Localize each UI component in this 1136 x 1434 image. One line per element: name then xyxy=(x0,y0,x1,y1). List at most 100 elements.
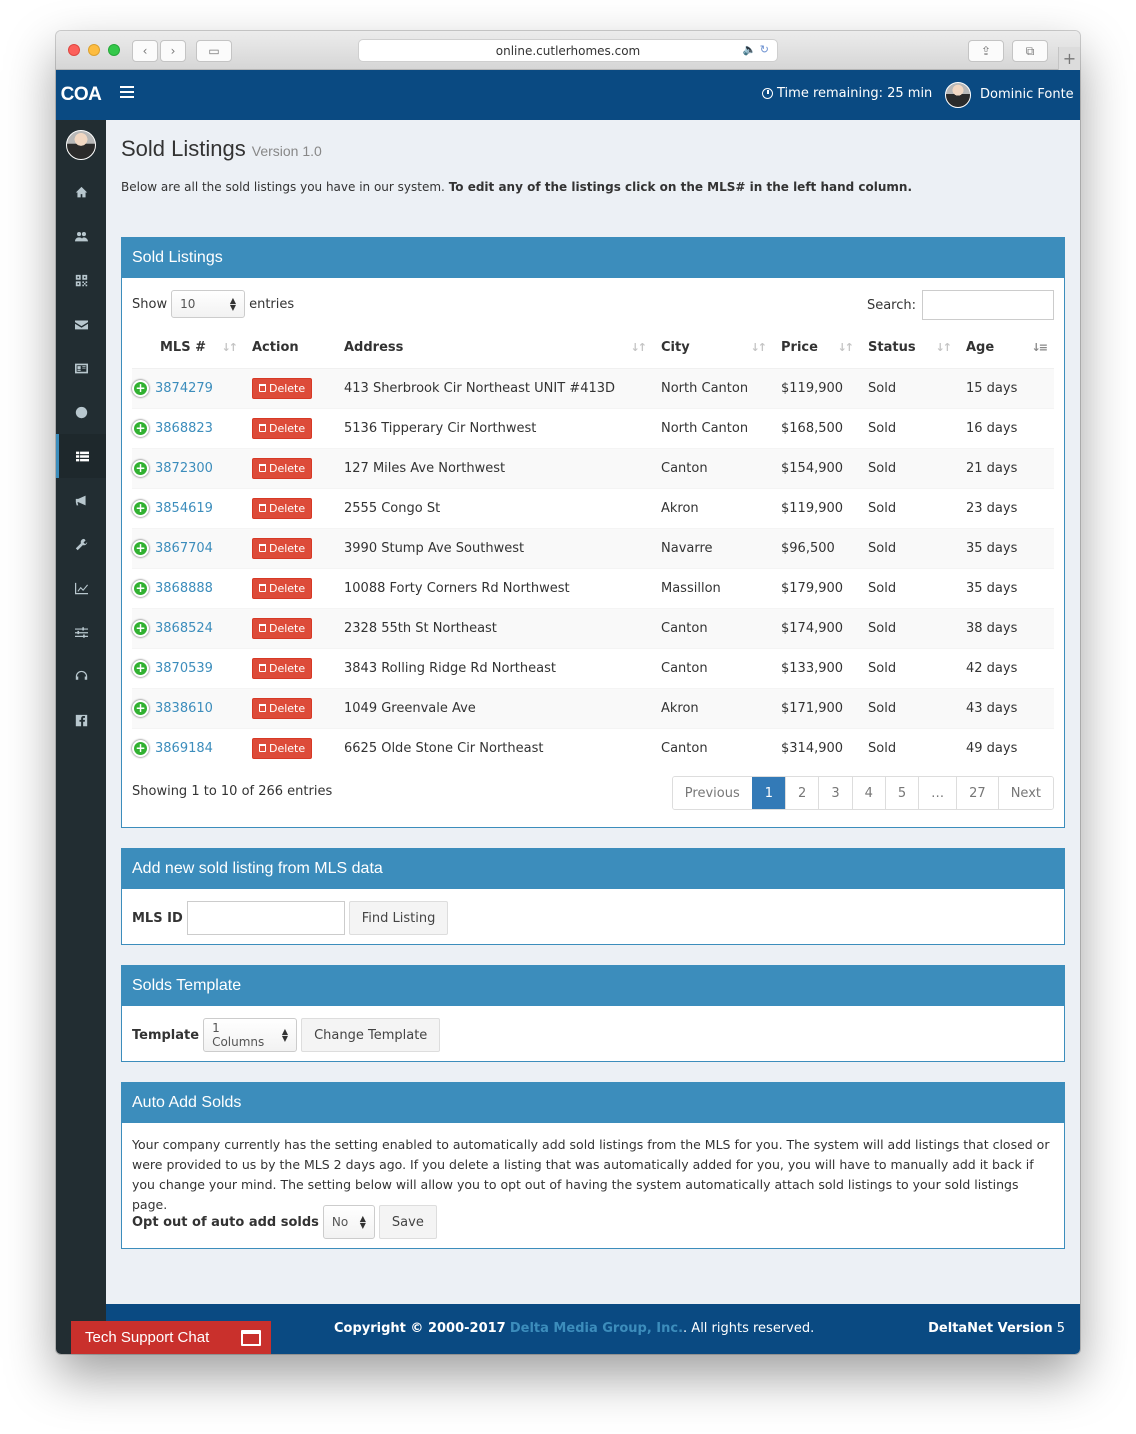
user-avatar[interactable] xyxy=(945,82,971,108)
opt-out-select[interactable]: No ▲ ▼ xyxy=(322,1205,375,1239)
mls-link[interactable]: 3838610 xyxy=(155,701,213,716)
column-city[interactable]: City ↓↑ xyxy=(653,328,773,369)
table-row: +3838610 Delete 1049 Greenvale Ave Akron $17… xyxy=(132,687,1054,728)
template-select[interactable]: 1 Columns ▲ ▼ xyxy=(203,1018,298,1052)
template-label: Template xyxy=(132,1027,200,1043)
sidebar-item-tools[interactable] xyxy=(56,522,106,566)
expand-row-icon[interactable]: + xyxy=(132,499,149,517)
delete-button[interactable]: Delete xyxy=(252,377,313,399)
address-bar[interactable]: online.cutlerhomes.com 🔈 ↻ xyxy=(358,39,778,62)
mls-link[interactable]: 3868823 xyxy=(155,421,213,436)
change-template-button[interactable]: Change Template xyxy=(301,1018,441,1052)
delete-button[interactable]: Delete xyxy=(252,657,313,679)
mls-link[interactable]: 3869184 xyxy=(155,741,213,756)
column-age[interactable]: Age ↓≡ xyxy=(958,328,1054,369)
cell-city: North Canton xyxy=(653,367,773,408)
mls-id-input[interactable] xyxy=(186,901,345,935)
mls-link[interactable]: 3868888 xyxy=(155,581,213,596)
reload-icon[interactable]: 🔈 ↻ xyxy=(743,43,769,56)
mls-link[interactable]: 3874279 xyxy=(155,381,213,396)
expand-row-icon[interactable]: + xyxy=(132,539,149,557)
table-row: +3867704 Delete 3990 Stump Ave Southwest Na… xyxy=(132,527,1054,568)
page-link[interactable]: … xyxy=(918,777,957,809)
page-link[interactable]: 2 xyxy=(785,777,819,809)
delete-button[interactable]: Delete xyxy=(252,457,313,479)
zoom-window-button[interactable] xyxy=(108,44,120,56)
wrench-icon xyxy=(75,538,87,550)
sidebar-item-marketing[interactable] xyxy=(56,478,106,522)
sidebar-item-listings[interactable] xyxy=(56,434,106,478)
sidebar-item-settings[interactable] xyxy=(56,610,106,654)
delete-button[interactable]: Delete xyxy=(252,497,313,519)
forward-icon[interactable]: › xyxy=(160,40,186,62)
sidebar-item-home[interactable] xyxy=(56,170,106,214)
find-listing-button[interactable]: Find Listing xyxy=(348,901,449,935)
company-link[interactable]: Delta Media Group, Inc. xyxy=(510,1321,683,1336)
cell-mls: +3838610 xyxy=(132,687,244,728)
user-name[interactable]: Dominic Fonte xyxy=(980,87,1074,102)
share-icon[interactable]: ⇪ xyxy=(968,40,1004,62)
back-icon[interactable]: ‹ xyxy=(132,40,158,62)
app-logo[interactable]: COA xyxy=(56,70,106,120)
delete-button[interactable]: Delete xyxy=(252,417,313,439)
page-link[interactable]: 27 xyxy=(956,777,998,809)
delete-button[interactable]: Delete xyxy=(252,697,313,719)
column-status[interactable]: Status ↓↑ xyxy=(860,328,958,369)
mls-link[interactable]: 3868524 xyxy=(155,621,213,636)
column-address[interactable]: Address ↓↑ xyxy=(336,328,653,369)
cell-age: 16 days xyxy=(958,407,1054,448)
page-link[interactable]: Previous xyxy=(672,777,752,809)
tabs-overview-icon[interactable]: ⧉ xyxy=(1012,40,1048,62)
expand-row-icon[interactable]: + xyxy=(132,379,149,397)
save-button[interactable]: Save xyxy=(378,1205,437,1239)
sidebar-item-support[interactable] xyxy=(56,654,106,698)
minimize-window-button[interactable] xyxy=(88,44,100,56)
page-link[interactable]: Next xyxy=(997,777,1053,809)
mls-link[interactable]: 3870539 xyxy=(155,661,213,676)
expand-row-icon[interactable]: + xyxy=(132,739,149,757)
page-link[interactable]: 5 xyxy=(884,777,919,809)
close-window-button[interactable] xyxy=(68,44,80,56)
sidebar-item-contacts[interactable] xyxy=(56,214,106,258)
page-link[interactable]: 4 xyxy=(851,777,885,809)
cell-price: $119,900 xyxy=(773,487,860,528)
pagination: Previous 1 2 3 4 5… 27 Next xyxy=(671,776,1054,810)
page-version: Version 1.0 xyxy=(251,143,322,159)
delete-button[interactable]: Delete xyxy=(252,737,313,759)
expand-row-icon[interactable]: + xyxy=(132,659,149,677)
expand-row-icon[interactable]: + xyxy=(132,419,149,437)
sidebar-item-qrcode[interactable] xyxy=(56,258,106,302)
cell-action: Delete xyxy=(244,607,336,648)
page-length-select[interactable]: 10 ▲ ▼ xyxy=(171,290,246,318)
sidebar-item-email[interactable] xyxy=(56,302,106,346)
column-price[interactable]: Price ↓↑ xyxy=(773,328,860,369)
expand-row-icon[interactable]: + xyxy=(132,699,149,717)
sidebar-item-reports[interactable] xyxy=(56,566,106,610)
mls-link[interactable]: 3872300 xyxy=(155,461,213,476)
sold-listings-table: MLS # ↓↑ Action Address ↓↑ City ↓↑ Price ↓↑ … xyxy=(132,328,1054,768)
column-mls[interactable]: MLS # ↓↑ xyxy=(132,328,244,369)
mls-link[interactable]: 3867704 xyxy=(155,541,213,556)
url-text: online.cutlerhomes.com xyxy=(495,43,641,58)
expand-row-icon[interactable]: + xyxy=(132,579,149,597)
sidebar-item-facebook[interactable] xyxy=(56,698,106,742)
mls-link[interactable]: 3854619 xyxy=(155,501,213,516)
delete-button[interactable]: Delete xyxy=(252,617,313,639)
sidebar-avatar[interactable] xyxy=(66,130,96,160)
sidebar-toggle-icon[interactable]: ▭ xyxy=(196,40,232,62)
cell-action: Delete xyxy=(244,447,336,488)
delete-button[interactable]: Delete xyxy=(252,537,313,559)
search-input[interactable] xyxy=(922,290,1054,320)
page-link[interactable]: 1 xyxy=(751,777,786,809)
expand-row-icon[interactable]: + xyxy=(132,459,149,477)
sidebar-item-websites[interactable] xyxy=(56,390,106,434)
page-link[interactable]: 3 xyxy=(818,777,852,809)
expand-row-icon[interactable]: + xyxy=(132,619,149,637)
new-tab-icon[interactable]: + xyxy=(1058,47,1080,70)
menu-toggle-icon[interactable] xyxy=(120,86,134,101)
delete-button[interactable]: Delete xyxy=(252,577,313,599)
cell-status: Sold xyxy=(860,687,958,728)
cell-status: Sold xyxy=(860,727,958,768)
sidebar-item-profile[interactable] xyxy=(56,346,106,390)
tech-support-chat-button[interactable]: Tech Support Chat xyxy=(71,1321,271,1354)
